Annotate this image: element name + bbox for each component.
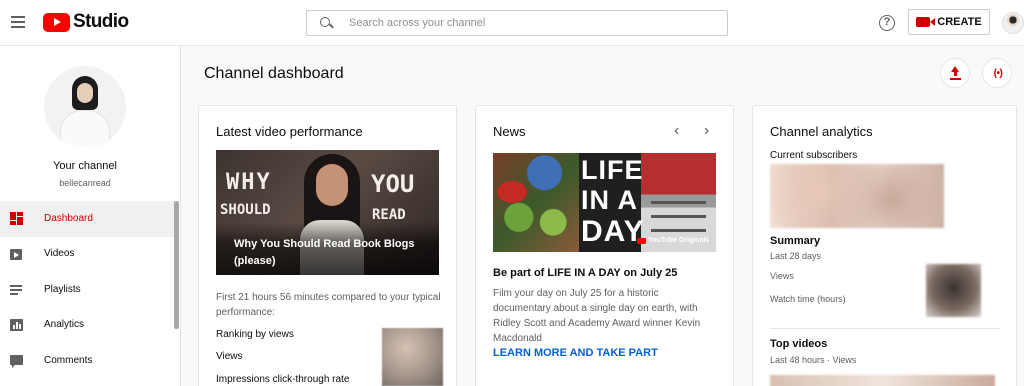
sidebar-item-label: Dashboard — [44, 212, 93, 224]
channel-avatar[interactable] — [44, 66, 126, 148]
sidebar-item-playlists[interactable]: Playlists — [0, 272, 174, 308]
news-headline: Be part of LIFE IN A DAY on July 25 — [493, 267, 678, 279]
metric-impressions-ctr: Impressions click-through rate — [216, 374, 350, 385]
sidebar-item-label: Videos — [44, 248, 75, 260]
sidebar-item-comments[interactable]: Comments — [0, 343, 174, 379]
playlists-icon — [10, 283, 24, 297]
blurred-thumbnail — [382, 328, 443, 386]
sidebar-item-label: Analytics — [44, 319, 85, 331]
views-label: Views — [770, 271, 794, 281]
top-videos-period: Last 48 hours · Views — [770, 355, 857, 365]
watch-time-label: Watch time (hours) — [770, 294, 846, 304]
videos-icon — [10, 247, 24, 261]
metric-views: Views — [216, 351, 243, 362]
logo-text: Studio — [73, 11, 129, 32]
sidebar-item-label: Playlists — [44, 283, 81, 295]
thumbnail-word: YOU — [371, 170, 415, 198]
summary-period: Last 28 days — [770, 251, 822, 261]
your-channel-label: Your channel — [53, 160, 117, 172]
dashboard-icon — [10, 211, 24, 226]
card-title: News — [493, 124, 526, 139]
sidebar: Your channel bellecanread Dashboard Vide… — [0, 46, 181, 386]
card-title: Latest video performance — [216, 124, 363, 139]
live-broadcast-icon: (•) — [993, 68, 1003, 79]
youtube-originals-badge: YouTube Originals — [637, 237, 709, 244]
upload-button[interactable] — [940, 58, 970, 88]
help-icon[interactable]: ? — [879, 15, 895, 31]
sidebar-item-analytics[interactable]: Analytics — [0, 308, 174, 344]
account-avatar[interactable] — [1002, 12, 1024, 34]
video-camera-icon — [916, 17, 936, 27]
card-title: Channel analytics — [770, 124, 873, 139]
youtube-logo-icon — [43, 12, 70, 32]
top-bar: Studio ? CREATE — [0, 0, 1024, 46]
news-image[interactable]: LIFE IN A DAY YouTube Originals — [493, 153, 716, 252]
learn-more-link[interactable]: LEARN MORE AND TAKE PART — [493, 347, 658, 359]
youtube-logo-icon — [637, 237, 646, 244]
upload-icon — [950, 66, 961, 80]
create-button[interactable]: CREATE — [908, 9, 990, 35]
performance-description: First 21 hours 56 minutes compared to yo… — [216, 292, 441, 318]
sidebar-nav: Dashboard Videos Playlists Analytics Com — [0, 201, 174, 379]
sidebar-item-dashboard[interactable]: Dashboard — [0, 201, 174, 237]
blurred-top-video — [770, 375, 995, 386]
current-subscribers-label: Current subscribers — [770, 150, 858, 161]
page-title: Channel dashboard — [204, 65, 344, 82]
metric-ranking-by-views: Ranking by views — [216, 329, 294, 340]
create-label: CREATE — [937, 16, 982, 28]
analytics-icon — [10, 318, 24, 332]
thumbnail-word: SHOULD — [220, 202, 271, 218]
menu-icon[interactable] — [11, 16, 25, 28]
blurred-summary-values — [926, 264, 981, 317]
go-live-button[interactable]: (•) — [982, 58, 1012, 88]
sidebar-item-videos[interactable]: Videos — [0, 237, 174, 273]
news-image-word: LIFE — [581, 155, 644, 185]
search-icon — [320, 16, 333, 30]
video-thumbnail[interactable]: WHY SHOULD YOU READ Why You Should Read … — [216, 150, 439, 275]
search-bar[interactable] — [306, 10, 728, 36]
top-videos-label: Top videos — [770, 338, 828, 350]
sidebar-item-label: Comments — [44, 354, 93, 366]
chevron-right-icon[interactable]: › — [704, 123, 709, 139]
news-image-word: DAY — [581, 215, 645, 248]
studio-logo[interactable]: Studio — [43, 11, 129, 33]
thumbnail-word: READ — [372, 207, 406, 223]
chevron-left-icon[interactable]: ‹ — [674, 123, 679, 139]
comments-icon — [10, 354, 24, 368]
news-body: Film your day on July 25 for a historic … — [493, 288, 701, 344]
video-title[interactable]: Why You Should Read Book Blogs (please) — [234, 236, 434, 270]
badge-text: YouTube Originals — [648, 237, 710, 244]
channel-handle: bellecanread — [59, 178, 111, 188]
summary-label: Summary — [770, 235, 821, 247]
thumbnail-word: WHY — [226, 170, 272, 195]
sidebar-scrollbar[interactable] — [174, 201, 179, 329]
divider — [770, 328, 1000, 329]
channel-analytics-card: Channel analytics Current subscribers Su… — [752, 105, 1017, 386]
news-card: News ‹ › LIFE IN A DAY YouTube Originals… — [475, 105, 734, 386]
blurred-subscriber-count — [770, 164, 944, 228]
search-input[interactable] — [349, 17, 709, 29]
news-image-word: IN A — [581, 185, 638, 215]
